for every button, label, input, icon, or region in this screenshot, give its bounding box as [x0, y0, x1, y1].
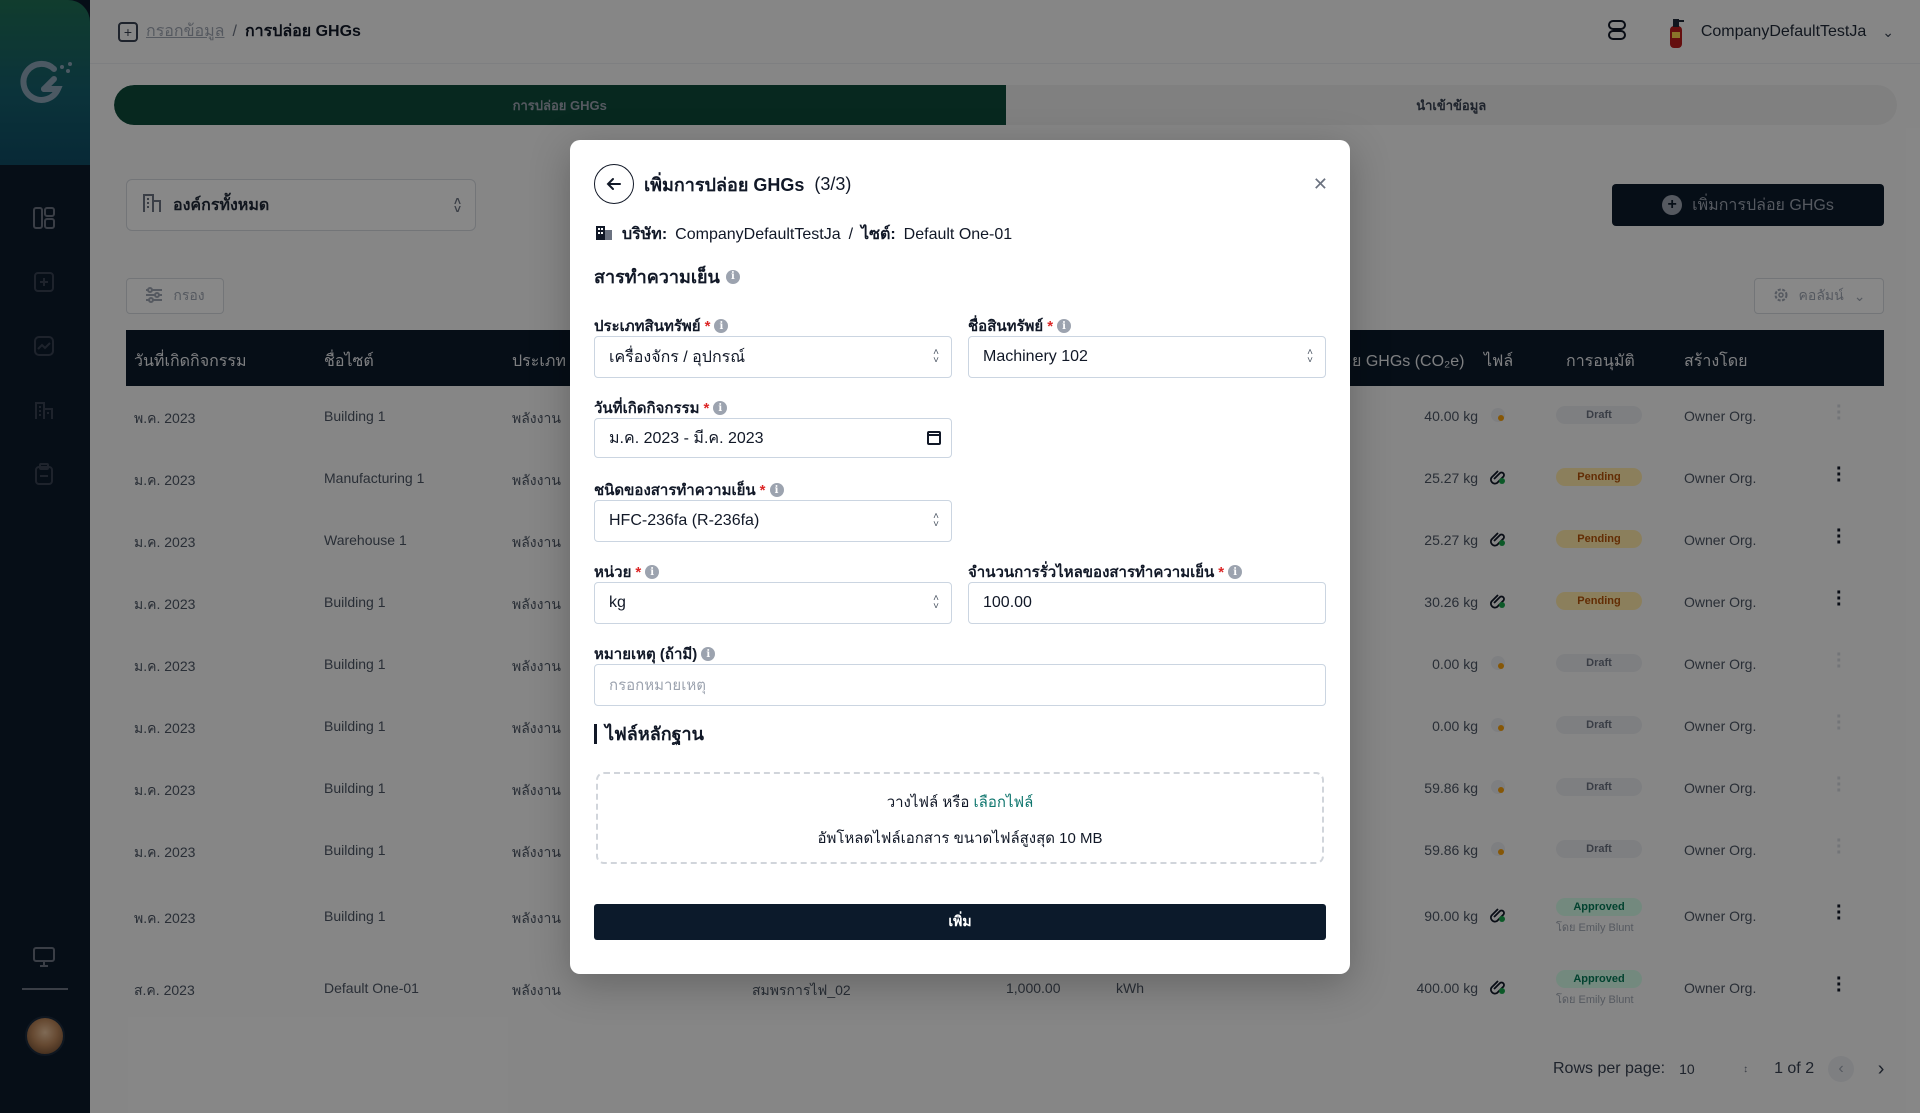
note-label-text: หมายเหตุ (ถ้ามี): [594, 646, 698, 663]
close-icon[interactable]: ✕: [1313, 174, 1328, 195]
arrow-left-icon: [606, 178, 621, 190]
company-site-separator: /: [848, 225, 854, 243]
asset-name-value: Machinery 102: [983, 348, 1088, 365]
company-label: บริษัท:: [622, 226, 668, 243]
required-mark: *: [1047, 317, 1054, 335]
choose-file-link[interactable]: เลือกไฟล์: [974, 794, 1034, 811]
info-icon[interactable]: i: [769, 483, 784, 497]
asset-name-label: ชื่อสินทรัพย์ * i: [968, 314, 1072, 338]
company-value: CompanyDefaultTestJa: [675, 225, 841, 243]
activity-date-label: วันที่เกิดกิจกรรม * i: [594, 396, 728, 420]
modal-title: เพิ่มการปล่อย GHGs: [644, 174, 805, 195]
unit-label-text: หน่วย: [594, 564, 632, 581]
back-button[interactable]: [594, 164, 634, 204]
company-site-line: บริษัท: CompanyDefaultTestJa / ไซต์: Def…: [594, 222, 1012, 247]
info-icon[interactable]: i: [714, 319, 729, 333]
asset-name-select[interactable]: Machinery 102 ˄ ˅: [968, 336, 1326, 378]
required-mark: *: [1218, 563, 1225, 581]
leak-amount-label: จำนวนการรั่วไหลของสารทำความเย็น * i: [968, 560, 1243, 584]
site-value: Default One-01: [903, 225, 1013, 243]
leak-amount-input[interactable]: 100.00: [968, 582, 1326, 624]
refrigerant-type-label-text: ชนิดของสารทำความเย็น: [594, 482, 756, 499]
asset-type-select[interactable]: เครื่องจักร / อุปกรณ์ ˄ ˅: [594, 336, 952, 378]
chevron-updown-icon: ˄ ˅: [933, 347, 939, 366]
note-label: หมายเหตุ (ถ้ามี) i: [594, 642, 716, 666]
unit-value: kg: [609, 594, 626, 611]
section-title-text: สารทำความเย็น: [594, 267, 720, 287]
note-input[interactable]: กรอกหมายเหตุ: [594, 664, 1326, 706]
refrigerant-type-select[interactable]: HFC-236fa (R-236fa) ˄ ˅: [594, 500, 952, 542]
info-icon[interactable]: i: [701, 647, 716, 661]
leak-amount-label-text: จำนวนการรั่วไหลของสารทำความเย็น: [968, 564, 1215, 581]
info-icon[interactable]: i: [1228, 565, 1243, 579]
site-label: ไซต์:: [861, 226, 896, 243]
required-mark: *: [759, 481, 766, 499]
dropzone-hint: อัพโหลดไฟล์เอกสาร ขนาดไฟล์สูงสุด 10 MB: [817, 830, 1103, 847]
submit-button[interactable]: เพิ่ม: [594, 904, 1326, 940]
refrigerant-type-label: ชนิดของสารทำความเย็น * i: [594, 478, 784, 502]
required-mark: *: [635, 563, 642, 581]
chevron-updown-icon: ˄ ˅: [933, 511, 939, 530]
company-icon: [594, 222, 614, 247]
unit-select[interactable]: kg ˄ ˅: [594, 582, 952, 624]
asset-name-label-text: ชื่อสินทรัพย์: [968, 318, 1044, 335]
info-icon[interactable]: i: [645, 565, 660, 579]
section-title: สารทำความเย็น i: [594, 262, 740, 291]
add-emission-modal: เพิ่มการปล่อย GHGs (3/3) ✕ บริษัท: Compa…: [570, 140, 1350, 974]
modal-step: (3/3): [814, 173, 852, 194]
activity-date-label-text: วันที่เกิดกิจกรรม: [594, 400, 700, 417]
required-mark: *: [703, 399, 710, 417]
required-mark: *: [704, 317, 711, 335]
unit-label: หน่วย * i: [594, 560, 660, 584]
chevron-updown-icon: ˄ ˅: [933, 593, 939, 612]
leak-amount-value: 100.00: [983, 594, 1032, 611]
chevron-updown-icon: ˄ ˅: [1307, 347, 1313, 366]
calendar-icon[interactable]: [927, 431, 941, 445]
refrigerant-type-value: HFC-236fa (R-236fa): [609, 512, 760, 529]
note-placeholder: กรอกหมายเหตุ: [609, 677, 706, 694]
evidence-title: ไฟล์หลักฐาน: [594, 724, 704, 744]
activity-date-picker[interactable]: ม.ค. 2023 - มี.ค. 2023: [594, 418, 952, 458]
asset-type-value: เครื่องจักร / อุปกรณ์: [609, 348, 746, 366]
asset-type-label: ประเภทสินทรัพย์ * i: [594, 314, 729, 338]
info-icon[interactable]: i: [1057, 319, 1072, 333]
activity-date-value: ม.ค. 2023 - มี.ค. 2023: [609, 429, 764, 447]
asset-type-label-text: ประเภทสินทรัพย์: [594, 318, 701, 335]
info-icon[interactable]: i: [713, 401, 728, 415]
file-dropzone[interactable]: วางไฟล์ หรือ เลือกไฟล์ อัพโหลดไฟล์เอกสาร…: [596, 772, 1324, 864]
dropzone-text: วางไฟล์ หรือ: [886, 794, 970, 811]
info-icon[interactable]: i: [725, 269, 740, 284]
